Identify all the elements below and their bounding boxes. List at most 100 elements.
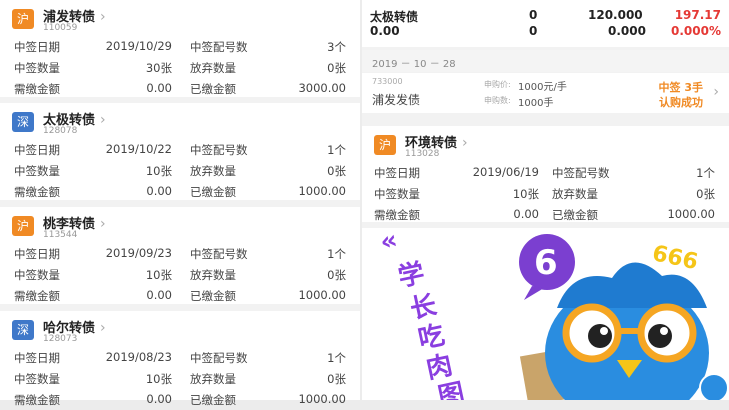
promo-title-char: 长	[408, 290, 441, 325]
value-paid-amount: 1000.00	[298, 184, 346, 198]
promo-title-char: 学	[395, 257, 427, 293]
label-allot-count: 中签配号数	[190, 40, 248, 54]
bond-card-haer[interactable]: 深 哈尔转债 128073 › 中签日期 2019/08/23 中签配号数 1个…	[0, 311, 360, 407]
exchange-badge: 深	[12, 112, 34, 132]
bond-card-spdb[interactable]: 沪 浦发转债 110059 › 中签日期 2019/10/29 中签配号数 3个…	[0, 0, 360, 97]
info-row: 中签日期 2019/06/19 中签配号数 1个	[362, 162, 729, 183]
exchange-badge: 深	[12, 320, 34, 340]
info-row: 需缴金额 0.00 已缴金额 1000.00	[0, 181, 360, 202]
value-allot-count: 1个	[327, 143, 346, 157]
bond-code: 113028	[405, 149, 440, 159]
chevron-right-icon[interactable]: ›	[462, 135, 468, 151]
bond-card-taiji[interactable]: 深 太极转债 128078 › 中签日期 2019/10/22 中签配号数 1个…	[0, 103, 360, 200]
label-won-qty: 中签数量	[14, 61, 60, 75]
value-won-qty: 10张	[145, 372, 172, 386]
value-won-qty: 30张	[145, 61, 172, 75]
bond-code: 128073	[43, 334, 78, 344]
bond-code: 110059	[43, 23, 78, 33]
chevron-right-icon[interactable]: ›	[100, 320, 106, 336]
value-due-amount: 0.00	[513, 207, 539, 221]
info-row: 中签日期 2019/09/23 中签配号数 1个	[0, 243, 360, 264]
label-lottery-date: 中签日期	[14, 351, 60, 365]
position-summary[interactable]: 太极转债 0 120.000 197.17 0.00 0 0.000 0.000…	[362, 0, 729, 47]
promo-banner[interactable]: « 学 长 吃 肉 图 6 666	[362, 228, 729, 400]
mascot-illustration: « 学 长 吃 肉 图 6 666	[377, 228, 729, 400]
position-profit: 197.17	[674, 8, 721, 22]
promo-title-char: «	[377, 228, 400, 258]
value-lottery-date: 2019/09/23	[105, 246, 172, 260]
info-row: 中签数量 30张 放弃数量 0张	[0, 57, 360, 78]
chevron-right-icon[interactable]: ›	[100, 216, 106, 232]
bond-card-huanjing[interactable]: 沪 环境转债 113028 › 中签日期 2019/06/19 中签配号数 1个…	[362, 126, 729, 222]
value-abandon-qty: 0张	[327, 61, 346, 75]
value-due-amount: 0.00	[146, 81, 172, 95]
label-lottery-date: 中签日期	[14, 40, 60, 54]
value-paid-amount: 1000.00	[298, 392, 346, 406]
cheer-number: 666	[650, 241, 700, 275]
bubble-number: 6	[534, 243, 558, 283]
promo-title-char: 吃	[416, 320, 448, 355]
bond-card-taoli[interactable]: 沪 桃李转债 113544 › 中签日期 2019/09/23 中签配号数 1个…	[0, 207, 360, 304]
label-paid-amount: 已缴金额	[190, 393, 236, 407]
chevron-right-icon[interactable]: ›	[100, 112, 106, 128]
info-row: 需缴金额 0.00 已缴金额 1000.00	[0, 285, 360, 306]
date-text: 2019 － 10 － 28	[372, 59, 456, 70]
bond-code: 128078	[43, 126, 78, 136]
status-subscribed: 认购成功	[659, 96, 703, 109]
value-abandon-qty: 0张	[696, 187, 715, 201]
right-panel: 太极转债 0 120.000 197.17 0.00 0 0.000 0.000…	[362, 0, 729, 400]
label-due-amount: 需缴金额	[14, 393, 60, 407]
label-won-qty: 中签数量	[374, 187, 420, 201]
subscription-notice[interactable]: 733000 浦发发债 申购价: 1000元/手 申购数: 1000手 中签 3…	[362, 73, 729, 113]
info-row: 中签数量 10张 放弃数量 0张	[0, 264, 360, 285]
chevron-right-icon[interactable]: ›	[100, 9, 106, 25]
position-a2: 0	[529, 24, 538, 38]
label-allot-count: 中签配号数	[190, 247, 248, 261]
label-won-qty: 中签数量	[14, 268, 60, 282]
value-paid-amount: 1000.00	[667, 207, 715, 221]
position-pct: 0.000%	[671, 24, 721, 38]
info-row: 中签数量 10张 放弃数量 0张	[0, 368, 360, 389]
value-allot-count: 1个	[696, 166, 715, 180]
label-due-amount: 需缴金额	[14, 82, 60, 96]
bond-code: 113544	[43, 230, 78, 240]
value-abandon-qty: 0张	[327, 372, 346, 386]
label-paid-amount: 已缴金额	[552, 208, 598, 222]
position-b2: 0.000	[608, 24, 646, 38]
label-paid-amount: 已缴金额	[190, 185, 236, 199]
info-row: 中签日期 2019/10/22 中签配号数 1个	[0, 139, 360, 160]
label-allot-count: 中签配号数	[190, 143, 248, 157]
label-due-amount: 需缴金额	[14, 185, 60, 199]
qty-label: 申购数:	[484, 96, 511, 105]
price-value: 1000元/手	[518, 82, 567, 93]
value-abandon-qty: 0张	[327, 164, 346, 178]
info-row: 中签数量 10张 放弃数量 0张	[362, 183, 729, 204]
position-b: 120.000	[588, 8, 643, 22]
chevron-right-icon[interactable]: ›	[713, 84, 719, 100]
notice-name: 浦发发债	[372, 93, 421, 107]
value-won-qty: 10张	[145, 268, 172, 282]
status-won: 中签 3手	[658, 81, 703, 94]
label-abandon-qty: 放弃数量	[190, 268, 236, 282]
label-abandon-qty: 放弃数量	[190, 372, 236, 386]
value-lottery-date: 2019/06/19	[472, 165, 539, 179]
label-lottery-date: 中签日期	[14, 247, 60, 261]
price-label: 申购价:	[484, 80, 511, 89]
info-row: 中签日期 2019/10/29 中签配号数 3个	[0, 36, 360, 57]
value-lottery-date: 2019/10/29	[105, 39, 172, 53]
position-name: 太极转债	[370, 10, 419, 24]
value-due-amount: 0.00	[146, 288, 172, 302]
value-lottery-date: 2019/10/22	[105, 142, 172, 156]
value-won-qty: 10张	[512, 187, 539, 201]
label-abandon-qty: 放弃数量	[190, 164, 236, 178]
info-row: 中签日期 2019/08/23 中签配号数 1个	[0, 347, 360, 368]
label-due-amount: 需缴金额	[14, 289, 60, 303]
info-row: 需缴金额 0.00 已缴金额 1000.00	[362, 204, 729, 225]
label-abandon-qty: 放弃数量	[190, 61, 236, 75]
info-row: 需缴金额 0.00 已缴金额 3000.00	[0, 78, 360, 99]
value-allot-count: 3个	[327, 40, 346, 54]
label-abandon-qty: 放弃数量	[552, 187, 598, 201]
value-abandon-qty: 0张	[327, 268, 346, 282]
value-won-qty: 10张	[145, 164, 172, 178]
value-paid-amount: 3000.00	[298, 81, 346, 95]
